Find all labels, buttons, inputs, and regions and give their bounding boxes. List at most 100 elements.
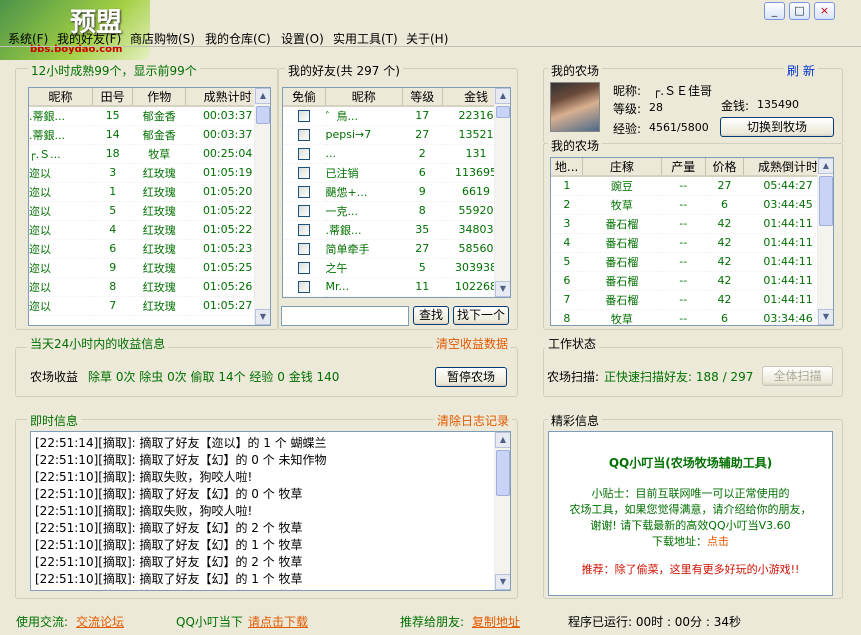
minimize-button[interactable]: _ [764,2,785,20]
table-row[interactable]: 8 牧草 -- 6 03:34:46 [551,309,833,325]
scroll-thumb[interactable] [496,106,510,118]
scroll-down-icon[interactable]: ▼ [255,309,270,325]
scroll-up-icon[interactable]: ▲ [818,158,833,174]
table-row[interactable]: 4 番石榴 -- 42 01:44:11 [551,233,833,253]
download-link-footer[interactable]: 请点击下载 [248,613,308,630]
table-cell: 42 [705,252,744,272]
pause-farm-button[interactable]: 暂停农场 [435,367,507,387]
table-row[interactable]: 迩以 9 红玫瑰 01:05:25 [29,258,270,278]
nosteal-checkbox[interactable] [298,110,311,123]
scroll-thumb[interactable] [256,106,270,124]
log-area[interactable]: [22:51:14][摘取]: 摘取了好友【迩以】的 1 个 蝴蝶兰 [22:51… [30,431,511,591]
mature-list[interactable]: 昵称 田号 作物 成熟计时 .蒂銀... 15 郁金香 00:03:37 .蒂銀... 1… [28,87,271,326]
col-price[interactable]: 价格 [705,158,745,177]
fields-scrollbar[interactable]: ▲ ▼ [817,158,833,325]
maximize-button[interactable]: □ [789,2,810,20]
scroll-down-icon[interactable]: ▼ [495,574,510,590]
table-row[interactable]: 5 番石榴 -- 42 01:44:11 [551,252,833,272]
log-scrollbar[interactable]: ▲ ▼ [494,432,510,590]
switch-ranch-button[interactable]: 切换到牧场 [720,117,834,137]
download-link[interactable]: 点击 [707,535,729,548]
menu-tools[interactable]: 实用工具(T) [333,30,398,47]
table-row[interactable]: 迩以 6 红玫瑰 01:05:23 [29,239,270,259]
nosteal-checkbox[interactable] [298,167,311,179]
nosteal-checkbox[interactable] [298,224,311,236]
col-nickname[interactable]: 昵称 [29,88,94,107]
menu-system[interactable]: 系统(F) [8,30,48,47]
table-row[interactable]: 迩以 1 红玫瑰 01:05:20 [29,182,270,202]
scroll-up-icon[interactable]: ▲ [255,88,270,104]
find-button[interactable]: 查找 [413,306,449,325]
copy-address-link[interactable]: 复制地址 [472,613,520,630]
scroll-up-icon[interactable]: ▲ [495,88,510,104]
table-row[interactable]: .蒂銀... 35 34803 [283,220,510,240]
col-friend-name[interactable]: 昵称 [325,88,403,107]
table-row[interactable]: 7 番石榴 -- 42 01:44:11 [551,290,833,310]
table-row[interactable]: .蒂銀... 15 郁金香 00:03:37 [29,106,270,126]
table-row[interactable]: 1 豌豆 -- 27 05:44:27 [551,176,833,196]
table-row[interactable]: .蒂銀... 14 郁金香 00:03:37 [29,125,270,145]
menu-warehouse[interactable]: 我的仓库(C) [205,30,271,47]
menu-friends[interactable]: 我的好友(F) [57,30,121,47]
nosteal-checkbox[interactable] [298,262,311,274]
checkbox-cell [283,182,326,202]
col-crop[interactable]: 庄稼 [582,158,662,177]
table-cell: 红玫瑰 [132,239,186,259]
nosteal-checkbox[interactable] [298,186,311,198]
scroll-thumb[interactable] [819,176,833,226]
friends-scrollbar[interactable]: ▲ ▼ [494,88,510,297]
table-cell: -- [661,195,706,215]
menu-settings[interactable]: 设置(O) [281,30,324,47]
scroll-down-icon[interactable]: ▼ [818,309,833,325]
scan-all-button[interactable]: 全体扫描 [762,366,833,386]
table-row[interactable]: pepsi→7 27 13521 [283,125,510,145]
table-row[interactable]: 迩以 4 红玫瑰 01:05:22 [29,220,270,240]
table-row[interactable]: 2 牧草 -- 6 03:44:45 [551,195,833,215]
table-row[interactable]: Mr... 11 102268 [283,277,510,297]
table-row[interactable]: ┌.Ｓ... 18 牧草 00:25:04 [29,144,270,164]
table-row[interactable]: 迩以 5 红玫瑰 01:05:22 [29,201,270,221]
nosteal-checkbox[interactable] [298,243,311,255]
close-button[interactable]: × [814,2,835,20]
find-next-button[interactable]: 找下一个 [453,306,509,325]
col-nosteal[interactable]: 免偷 [283,88,327,107]
col-level[interactable]: 等级 [402,88,444,107]
forum-link[interactable]: 交流论坛 [76,613,124,630]
menu-about[interactable]: 关于(H) [406,30,448,47]
table-row[interactable]: 迩以 7 红玫瑰 01:05:27 [29,296,270,316]
refresh-link[interactable]: 刷 新 [784,62,818,79]
table-row[interactable]: 滴答果果39463742 [283,296,510,297]
friends-list[interactable]: 免偷 昵称 等级 金钱 ゛鳥... 17 22316 pepsi→7 27 13521..… [282,87,511,298]
scroll-thumb[interactable] [496,450,510,496]
menu-shop[interactable]: 商店购物(S) [130,30,195,47]
nosteal-checkbox[interactable] [298,205,311,217]
log-line: [22:51:14][摘取]: 摘取了好友【迩以】的 1 个 蝴蝶兰 [35,436,327,450]
table-row[interactable]: 迩以 3 红玫瑰 01:05:19 [29,163,270,183]
table-row[interactable]: 简单牵手 27 58560 [283,239,510,259]
table-row[interactable]: ... 2 131 [283,144,510,164]
fields-list[interactable]: 地... 庄稼 产量 价格 成熟倒计时 1 豌豆 -- 27 05:44:27 2 牧草 --… [550,157,834,326]
col-plot[interactable]: 地... [551,158,584,177]
table-row[interactable]: 3 番石榴 -- 42 01:44:11 [551,214,833,234]
table-cell: 迩以 [29,182,93,202]
mature-scrollbar[interactable]: ▲ ▼ [254,88,270,325]
scroll-down-icon[interactable]: ▼ [495,281,510,297]
col-field[interactable]: 田号 [92,88,134,107]
table-row[interactable]: 之午 5 303938 [283,258,510,278]
table-row[interactable]: 已注销 6 113695 [283,163,510,183]
scroll-up-icon[interactable]: ▲ [495,432,510,448]
table-row[interactable]: 颶怹+... 9 6619 [283,182,510,202]
table-cell: pepsi→7 [325,125,403,145]
table-row[interactable]: ゛鳥... 17 22316 [283,106,510,126]
col-crop[interactable]: 作物 [132,88,187,107]
friend-search-input[interactable] [281,306,409,326]
clear-income-link[interactable]: 清空收益数据 [433,335,512,352]
col-yield[interactable]: 产量 [661,158,706,177]
clear-log-link[interactable]: 清除日志记录 [434,412,513,429]
nosteal-checkbox[interactable] [298,129,311,141]
table-row[interactable]: 一克... 8 55920 [283,201,510,221]
nosteal-checkbox[interactable] [298,281,311,293]
nosteal-checkbox[interactable] [298,148,311,160]
table-row[interactable]: 6 番石榴 -- 42 01:44:11 [551,271,833,291]
table-row[interactable]: 迩以 8 红玫瑰 01:05:26 [29,277,270,297]
